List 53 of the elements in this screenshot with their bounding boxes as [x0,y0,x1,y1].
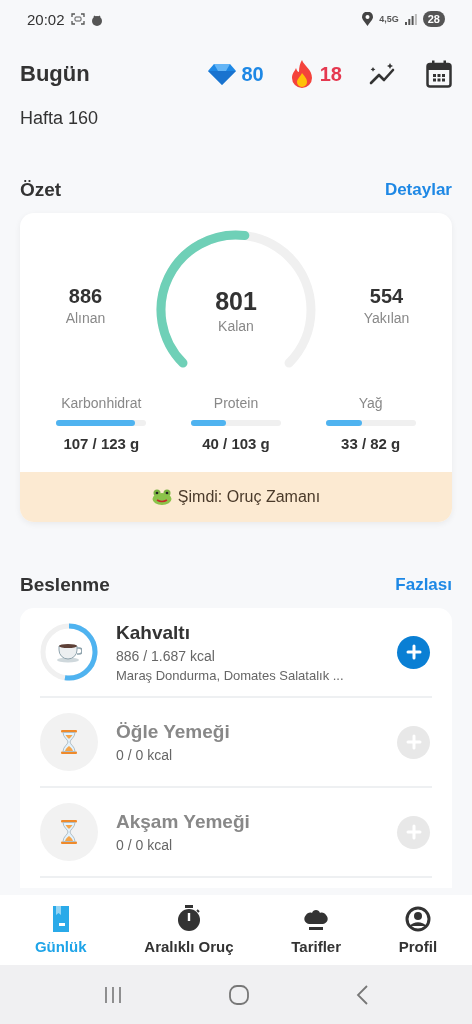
diary-icon [50,905,71,932]
diamond-icon [207,63,236,85]
sparkle-chart-icon[interactable] [368,62,396,86]
signal-icon [404,13,417,25]
meal-name: Akşam Yemeği [116,811,251,833]
nav-tab[interactable]: Tarifler [287,901,345,959]
week-label: Hafta 160 [20,108,100,129]
stopwatch-icon [176,905,201,932]
coffee-cup-icon [56,641,82,663]
recent-apps-icon[interactable] [102,985,123,1004]
macro-amount: 107 / 123 g [63,435,140,452]
page-title: Bugün [20,61,91,87]
nav-tab[interactable]: Aralıklı Oruç [140,901,238,959]
macro-name: Yağ [358,395,383,411]
macro-name: Karbonhidrat [61,395,142,411]
hourglass-icon [60,730,78,754]
calendar-icon[interactable] [426,60,452,88]
meal-calories: 0 / 0 kcal [116,837,174,853]
meal-foods: Maraş Dondurma, Domates Salatalık ... [116,667,345,683]
meal-name: Öğle Yemeği [116,721,231,743]
section-title: Beslenme [20,574,110,596]
bug-icon [90,12,103,26]
streak-count: 18 [319,62,342,86]
section-title: Özet [20,179,62,201]
fasting-status: Şimdi: Oruç Zamanı [177,488,321,506]
plus-icon [405,644,422,660]
meal-calories: 0 / 0 kcal [116,747,174,763]
home-icon[interactable] [228,983,250,1006]
meal-calories: 886 / 1.687 kcal [116,647,216,664]
clock-time: 20:02 [27,10,65,28]
eaten-calories: 886 [68,284,103,308]
battery-level: 28 [422,11,445,27]
burned-label: Yakılan [363,309,410,326]
flame-icon [289,60,314,88]
location-icon [362,12,374,26]
add-food-button[interactable] [397,635,430,669]
network-type-text: 4,5G [379,14,399,24]
burned-calories: 554 [369,284,404,308]
frog-icon [151,489,172,505]
remaining-label: Kalan [218,318,254,334]
screenshot-icon [70,13,85,25]
remaining-calories: 801 [215,287,257,316]
meal-name: Kahvaltı [116,621,191,644]
profile-icon [404,905,431,932]
nav-tab[interactable]: Profil [394,901,442,959]
macro-name: Protein [213,395,259,411]
macro-amount: 33 / 82 g [341,435,401,452]
macro-amount: 40 / 103 g [202,435,270,452]
meal-progress-ring [64,623,98,681]
hourglass-icon [60,820,78,844]
back-icon[interactable] [355,983,370,1006]
eaten-label: Alınan [65,309,106,326]
gem-count: 80 [241,62,264,86]
